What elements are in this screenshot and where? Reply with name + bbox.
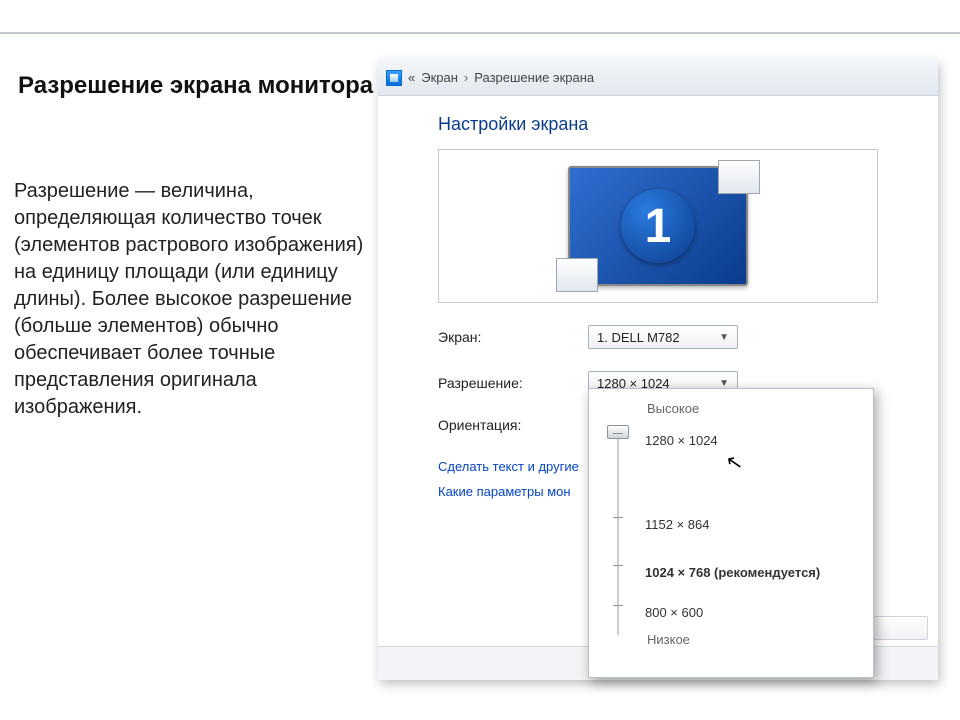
chevron-down-icon: ▼ bbox=[719, 332, 729, 343]
breadcrumb-current: Разрешение экрана bbox=[474, 70, 594, 85]
screen-dropdown[interactable]: 1. DELL M782 ▼ bbox=[588, 325, 738, 349]
slider-tick bbox=[613, 433, 623, 434]
slider-tick bbox=[613, 565, 623, 566]
screen-row: Экран: 1. DELL M782 ▼ bbox=[438, 325, 878, 349]
display-preview[interactable]: 1 bbox=[568, 166, 748, 286]
resolution-label: Разрешение: bbox=[438, 375, 588, 391]
page-heading: Настройки экрана bbox=[438, 114, 878, 135]
slide-title: Разрешение экрана монитора bbox=[18, 72, 373, 101]
breadcrumb-back[interactable]: « bbox=[408, 70, 415, 85]
breadcrumb-root[interactable]: Экран bbox=[421, 70, 458, 85]
resolution-option-recommended[interactable]: 1024 × 768 (рекомендуется) bbox=[645, 565, 820, 580]
orientation-label: Ориентация: bbox=[438, 417, 588, 433]
slider-tick bbox=[613, 605, 623, 606]
resolution-option[interactable]: 800 × 600 bbox=[645, 605, 703, 620]
slide-body-text: Разрешение — величина, определяющая коли… bbox=[14, 178, 364, 421]
monitor-icon bbox=[386, 70, 402, 86]
chevron-down-icon: ▼ bbox=[719, 378, 729, 389]
screen-label: Экран: bbox=[438, 329, 588, 345]
slider-low-label: Низкое bbox=[603, 632, 859, 647]
breadcrumb-separator-icon: › bbox=[464, 70, 468, 85]
display-number-badge: 1 bbox=[621, 189, 695, 263]
slider-tick bbox=[613, 517, 623, 518]
display-preview-box: 1 bbox=[438, 149, 878, 303]
decorative-topbar bbox=[0, 0, 960, 34]
slider-high-label: Высокое bbox=[603, 401, 859, 416]
slider-thumb[interactable] bbox=[607, 425, 629, 439]
resolution-slider-popup[interactable]: Высокое 1280 × 1024 1152 × 864 1024 × 76… bbox=[588, 388, 874, 678]
mini-window-icon bbox=[556, 258, 598, 292]
screen-dropdown-value: 1. DELL M782 bbox=[597, 330, 680, 345]
resolution-option[interactable]: 1152 × 864 bbox=[645, 517, 709, 532]
mini-window-icon bbox=[718, 160, 760, 194]
breadcrumb-bar: « Экран › Разрешение экрана bbox=[378, 60, 938, 96]
dialog-button[interactable] bbox=[868, 616, 928, 640]
resolution-option[interactable]: 1280 × 1024 bbox=[645, 433, 718, 448]
